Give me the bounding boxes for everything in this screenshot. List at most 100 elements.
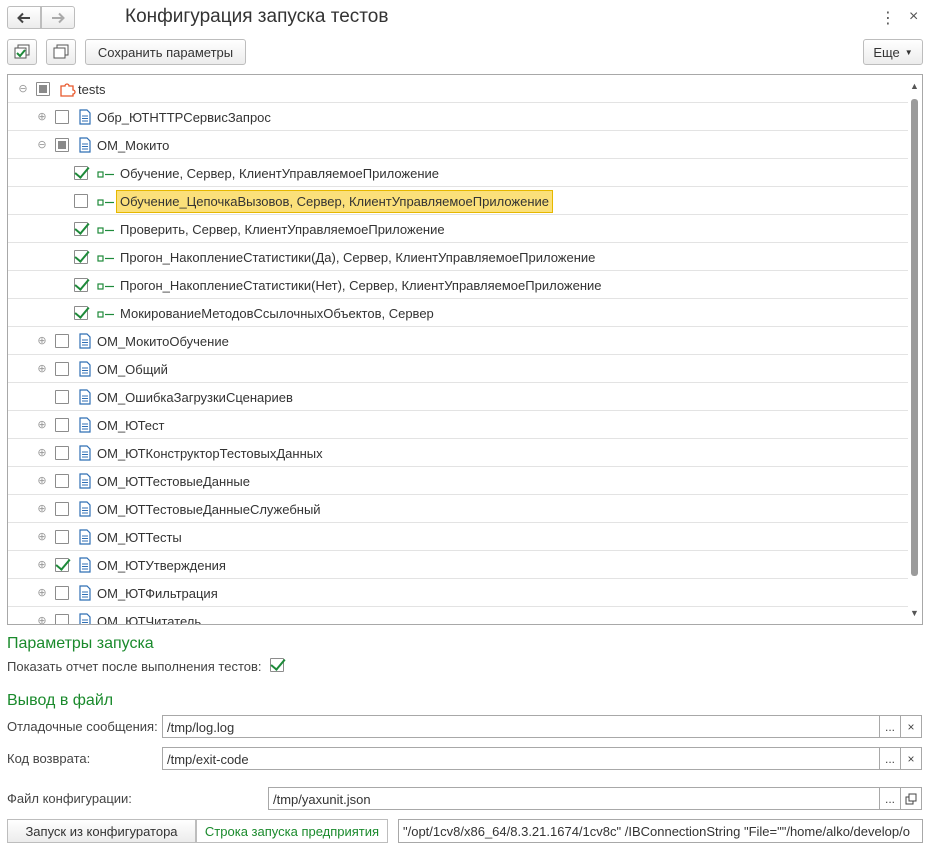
more-vertical-icon[interactable]: ⋮	[880, 8, 896, 28]
tree-checkbox[interactable]	[55, 110, 69, 124]
tree-checkbox[interactable]	[55, 418, 69, 432]
scroll-down-icon[interactable]: ▼	[910, 608, 919, 618]
tree-checkbox[interactable]	[55, 502, 69, 516]
tree-row[interactable]: ⊕ ОМ_ЮТТесты	[8, 523, 908, 551]
tree-checkbox[interactable]	[74, 250, 88, 264]
more-menu-button[interactable]: Еще ▼	[863, 39, 923, 65]
exit-clear-button[interactable]: ×	[900, 747, 922, 770]
tree-item-label[interactable]: Прогон_НакоплениеСтатистики(Нет), Сервер…	[120, 278, 602, 293]
tree-checkbox[interactable]	[55, 474, 69, 488]
tree-item-label[interactable]: ОМ_ЮТТесты	[97, 530, 182, 545]
tree-checkbox[interactable]	[55, 558, 69, 572]
tree-row[interactable]: МокированиеМетодовСсылочныхОбъектов, Сер…	[8, 299, 908, 327]
config-file-field[interactable]: /tmp/yaxunit.json	[268, 787, 880, 810]
expand-icon[interactable]: ⊕	[37, 588, 47, 599]
tree-item-label[interactable]: МокированиеМетодовСсылочныхОбъектов, Сер…	[120, 306, 434, 321]
expand-icon[interactable]: ⊕	[37, 364, 47, 375]
expand-icon[interactable]: ⊕	[37, 560, 47, 571]
tree-row[interactable]: ⊖ tests	[8, 75, 908, 103]
scrollbar-thumb[interactable]	[911, 99, 918, 576]
tree-item-label[interactable]: ОМ_Общий	[97, 362, 168, 377]
expand-icon[interactable]: ⊕	[37, 112, 47, 123]
tree-row[interactable]: ⊕ ОМ_ЮТЧитатель	[8, 607, 908, 625]
tree-item-label[interactable]: ОМ_ЮТФильтрация	[97, 586, 218, 601]
check-all-button[interactable]	[7, 39, 37, 65]
close-icon[interactable]: ×	[909, 8, 918, 26]
expand-icon[interactable]: ⊕	[37, 504, 47, 515]
collapse-icon[interactable]: ⊖	[37, 140, 47, 151]
tree-item-label[interactable]: ОМ_ЮТУтверждения	[97, 558, 226, 573]
tree-checkbox[interactable]	[74, 222, 88, 236]
tree-row[interactable]: Прогон_НакоплениеСтатистики(Нет), Сервер…	[8, 271, 908, 299]
cmdline-field[interactable]: "/opt/1cv8/x86_64/8.3.21.1674/1cv8c" /IB…	[398, 819, 923, 843]
tree-item-label[interactable]: Проверить, Сервер, КлиентУправляемоеПрил…	[120, 222, 445, 237]
debug-messages-field[interactable]: /tmp/log.log	[162, 715, 880, 738]
tree-checkbox[interactable]	[55, 614, 69, 624]
expand-icon[interactable]: ⊕	[37, 476, 47, 487]
config-pick-button[interactable]: ...	[879, 787, 901, 810]
tree-row[interactable]: ОМ_ОшибкаЗагрузкиСценариев	[8, 383, 908, 411]
tree-item-label[interactable]: ОМ_Мокито	[97, 138, 169, 153]
tree-checkbox[interactable]	[55, 446, 69, 460]
tree-checkbox[interactable]	[55, 362, 69, 376]
tree-item-label[interactable]: ОМ_ЮТЧитатель	[97, 614, 201, 624]
tree-row[interactable]: ⊕ ОМ_ЮТФильтрация	[8, 579, 908, 607]
debug-pick-button[interactable]: ...	[879, 715, 901, 738]
tree-item-label[interactable]: tests	[78, 82, 105, 97]
tree-row[interactable]: ⊖ ОМ_Мокито	[8, 131, 908, 159]
tree-row[interactable]: ⊕ ОМ_ЮТест	[8, 411, 908, 439]
exit-pick-button[interactable]: ...	[879, 747, 901, 770]
tree-row[interactable]: Прогон_НакоплениеСтатистики(Да), Сервер,…	[8, 243, 908, 271]
tree-row[interactable]: Обучение, Сервер, КлиентУправляемоеПрило…	[8, 159, 908, 187]
config-open-button[interactable]	[900, 787, 922, 810]
tree-scrollbar[interactable]: ▲ ▼	[908, 75, 922, 624]
expand-icon[interactable]: ⊕	[37, 532, 47, 543]
debug-clear-button[interactable]: ×	[900, 715, 922, 738]
scroll-up-icon[interactable]: ▲	[910, 81, 919, 91]
tree-item-label[interactable]: ОМ_ЮТТестовыеДанныеСлужебный	[97, 502, 321, 517]
forward-button[interactable]	[41, 6, 75, 29]
tree-checkbox[interactable]	[55, 138, 69, 152]
back-button[interactable]	[7, 6, 41, 29]
tree-checkbox[interactable]	[74, 194, 88, 208]
tree-item-label[interactable]: ОМ_ЮТКонструкторТестовыхДанных	[97, 446, 323, 461]
tree-checkbox[interactable]	[55, 586, 69, 600]
expand-icon[interactable]: ⊕	[37, 616, 47, 625]
tree-row[interactable]: ⊕ ОМ_ЮТУтверждения	[8, 551, 908, 579]
tree-row[interactable]: ⊕ ОМ_Общий	[8, 355, 908, 383]
expand-icon[interactable]: ⊕	[37, 336, 47, 347]
check-all-icon	[14, 44, 30, 59]
tree-row[interactable]: ⊕ ОМ_ЮТТестовыеДанныеСлужебный	[8, 495, 908, 523]
tree-row[interactable]: ⊕ Обр_ЮТHTTPСервисЗапрос	[8, 103, 908, 131]
tree-item-label[interactable]: Обр_ЮТHTTPСервисЗапрос	[97, 110, 271, 125]
tree-row[interactable]: ⊕ ОМ_МокитоОбучение	[8, 327, 908, 355]
collapse-icon[interactable]: ⊖	[18, 84, 28, 95]
save-params-button[interactable]: Сохранить параметры	[85, 39, 246, 65]
tree-checkbox[interactable]	[55, 334, 69, 348]
tree-row[interactable]: ⊕ ОМ_ЮТКонструкторТестовыхДанных	[8, 439, 908, 467]
tree-item-label[interactable]: Прогон_НакоплениеСтатистики(Да), Сервер,…	[120, 250, 595, 265]
tree-checkbox[interactable]	[74, 166, 88, 180]
tree-item-label[interactable]: ОМ_МокитоОбучение	[97, 334, 229, 349]
tree-row[interactable]: Проверить, Сервер, КлиентУправляемоеПрил…	[8, 215, 908, 243]
tree-checkbox[interactable]	[55, 390, 69, 404]
tree-row[interactable]: Обучение_ЦепочкаВызовов, Сервер, КлиентУ…	[8, 187, 908, 215]
tree-item-label-selected[interactable]: Обучение_ЦепочкаВызовов, Сервер, КлиентУ…	[116, 190, 554, 213]
uncheck-all-button[interactable]	[46, 39, 76, 65]
tree-checkbox[interactable]	[74, 306, 88, 320]
tree-row[interactable]: ⊕ ОМ_ЮТТестовыеДанные	[8, 467, 908, 495]
tests-tree[interactable]: ⊕ ОМ_ЮТЧитатель ⊕ ОМ_ЮТФильтрация ⊕ ОМ_ЮТУтве…	[7, 74, 923, 625]
tree-item-label[interactable]: Обучение, Сервер, КлиентУправляемоеПрило…	[120, 166, 439, 181]
tree-item-label[interactable]: ОМ_ЮТТестовыеДанные	[97, 474, 250, 489]
tree-checkbox[interactable]	[74, 278, 88, 292]
tree-checkbox[interactable]	[55, 530, 69, 544]
expand-icon[interactable]: ⊕	[37, 420, 47, 431]
exit-code-field[interactable]: /tmp/exit-code	[162, 747, 880, 770]
show-report-checkbox[interactable]	[270, 658, 284, 672]
expand-icon[interactable]: ⊕	[37, 448, 47, 459]
tree-item-label[interactable]: ОМ_ОшибкаЗагрузкиСценариев	[97, 390, 293, 405]
tree-item-label[interactable]: ОМ_ЮТест	[97, 418, 164, 433]
run-from-configurator-button[interactable]: Запуск из конфигуратора	[7, 819, 196, 843]
tree-checkbox[interactable]	[36, 82, 50, 96]
enterprise-cmdline-button[interactable]: Строка запуска предприятия	[196, 819, 388, 843]
